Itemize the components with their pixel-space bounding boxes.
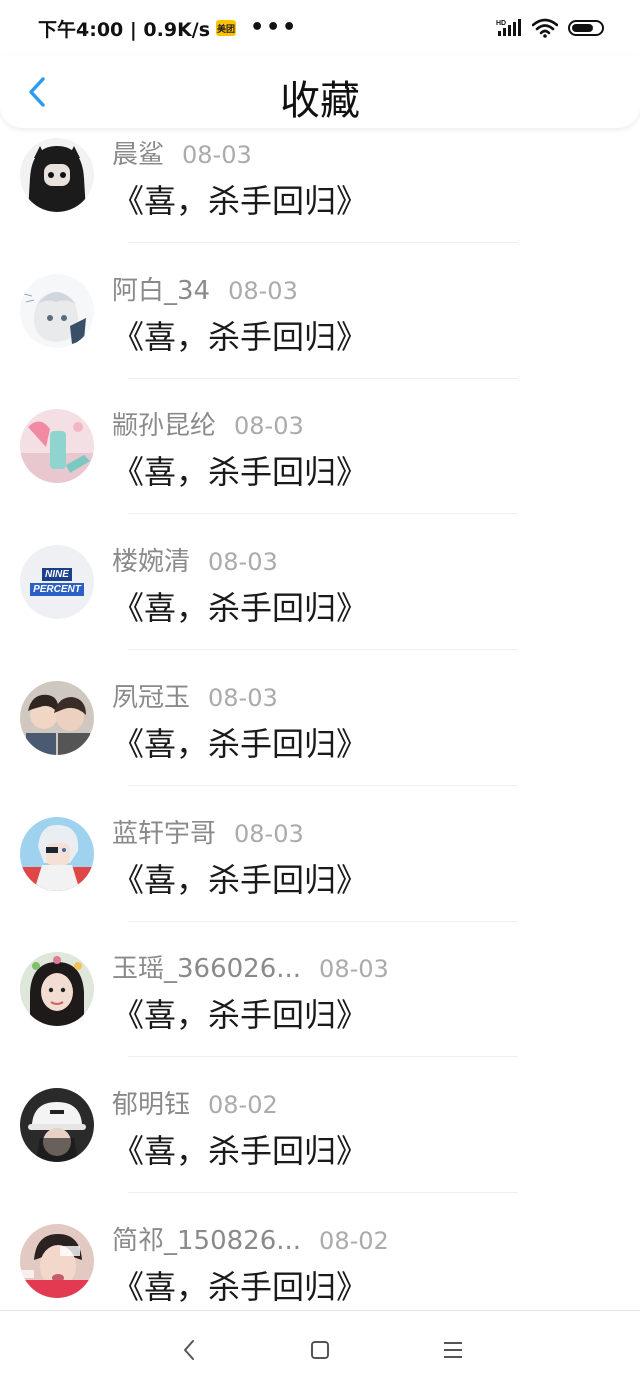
list-item[interactable]: 夙冠玉 08-03 《喜，杀手回归》: [0, 671, 640, 806]
nav-menu-button[interactable]: [440, 1337, 466, 1363]
post-title[interactable]: 《喜，杀手回归》: [112, 312, 368, 358]
list-item[interactable]: 简祁_150826... 08-02 《喜，杀手回归》: [0, 1214, 640, 1310]
avatar[interactable]: [20, 138, 94, 212]
item-meta: 阿白_34 08-03: [112, 270, 298, 307]
item-meta: 楼婉清 08-03: [112, 541, 278, 578]
item-meta: 颛孙昆纶 08-03: [112, 405, 304, 442]
item-meta: 晨鲨 08-03: [112, 134, 252, 171]
avatar[interactable]: [20, 273, 94, 348]
username[interactable]: 简祁_150826...: [112, 1220, 301, 1257]
header: 收藏: [0, 56, 640, 128]
date: 08-03: [208, 683, 278, 712]
nav-home-icon: [311, 1341, 329, 1359]
username[interactable]: 玉瑶_366026...: [112, 948, 301, 985]
avatar[interactable]: [20, 409, 94, 484]
favorites-list[interactable]: 晨鲨 08-03 《喜，杀手回归》 阿白_34 08-03 《喜，杀手回归》 颛孙昆纶 08-…: [0, 128, 640, 1310]
divider: [128, 377, 518, 379]
status-left: 下午4:00 | 0.9K/s 美团 •••: [38, 15, 298, 42]
avatar[interactable]: [20, 1223, 94, 1298]
username[interactable]: 楼婉清: [112, 541, 190, 578]
list-item[interactable]: 蓝轩宇哥 08-03 《喜，杀手回归》: [0, 807, 640, 942]
status-time-speed: 下午4:00 | 0.9K/s: [38, 18, 211, 41]
post-title[interactable]: 《喜，杀手回归》: [112, 990, 368, 1036]
post-title[interactable]: 《喜，杀手回归》: [112, 583, 368, 629]
date: 08-03: [234, 412, 304, 441]
date: 08-02: [319, 1226, 389, 1255]
username[interactable]: 颛孙昆纶: [112, 405, 216, 442]
nav-home-button[interactable]: [307, 1337, 333, 1363]
item-meta: 郁明钰 08-02: [112, 1084, 278, 1121]
avatar[interactable]: [20, 816, 94, 891]
avatar[interactable]: [20, 952, 94, 1027]
avatar[interactable]: [20, 680, 94, 755]
avatar[interactable]: [20, 1087, 94, 1162]
date: 08-03: [228, 276, 298, 305]
battery-level: [572, 24, 593, 32]
list-item[interactable]: NINE PERCENT 楼婉清 08-03 《喜，杀手回归》: [0, 535, 640, 670]
status-bar: 下午4:00 | 0.9K/s 美团 ••• HD: [0, 0, 640, 56]
post-title[interactable]: 《喜，杀手回归》: [112, 1262, 368, 1308]
post-title[interactable]: 《喜，杀手回归》: [112, 719, 368, 765]
meituan-app-icon: 美团: [216, 20, 237, 36]
username[interactable]: 夙冠玉: [112, 677, 190, 714]
wifi-icon: [532, 18, 558, 38]
divider: [128, 513, 518, 515]
page-title: 收藏: [280, 78, 360, 124]
signal-icon: HD: [496, 19, 521, 36]
post-title[interactable]: 《喜，杀手回归》: [112, 176, 368, 222]
post-title[interactable]: 《喜，杀手回归》: [112, 1126, 368, 1172]
username[interactable]: 蓝轩宇哥: [112, 813, 216, 850]
date: 08-03: [234, 819, 304, 848]
post-title[interactable]: 《喜，杀手回归》: [112, 447, 368, 493]
username[interactable]: 郁明钰: [112, 1084, 190, 1121]
post-title[interactable]: 《喜，杀手回归》: [112, 855, 368, 901]
divider: [128, 920, 518, 922]
username[interactable]: 晨鲨: [112, 134, 164, 171]
item-meta: 夙冠玉 08-03: [112, 677, 278, 714]
avatar-label: NINE: [42, 568, 72, 582]
divider: [128, 784, 518, 786]
status-right: HD: [496, 18, 604, 38]
date: 08-03: [182, 141, 252, 169]
date: 08-02: [208, 1090, 278, 1119]
divider: [128, 1191, 518, 1193]
date: 08-03: [319, 955, 389, 984]
more-notifications-icon: •••: [250, 15, 299, 40]
username[interactable]: 阿白_34: [112, 270, 210, 307]
nav-back-icon: [184, 1340, 194, 1360]
divider: [128, 1056, 518, 1058]
item-meta: 玉瑶_366026... 08-03: [112, 948, 389, 985]
battery-icon: [568, 20, 604, 36]
avatar-label: PERCENT: [30, 583, 84, 597]
item-meta: 简祁_150826... 08-02: [112, 1220, 389, 1257]
list-item[interactable]: 郁明钰 08-02 《喜，杀手回归》: [0, 1078, 640, 1213]
divider: [128, 242, 518, 243]
nav-back-button[interactable]: [176, 1337, 202, 1363]
list-item[interactable]: 玉瑶_366026... 08-03 《喜，杀手回归》: [0, 942, 640, 1077]
hd-label: HD: [496, 20, 506, 27]
list-item[interactable]: 颛孙昆纶 08-03 《喜，杀手回归》: [0, 399, 640, 534]
item-meta: 蓝轩宇哥 08-03: [112, 813, 304, 850]
nav-menu-icon: [444, 1342, 462, 1358]
list-item[interactable]: 晨鲨 08-03 《喜，杀手回归》: [0, 128, 640, 263]
date: 08-03: [208, 548, 278, 577]
divider: [128, 649, 518, 651]
avatar[interactable]: NINE PERCENT: [20, 545, 94, 620]
system-nav-bar: [0, 1310, 640, 1388]
list-item[interactable]: 阿白_34 08-03 《喜，杀手回归》: [0, 264, 640, 399]
